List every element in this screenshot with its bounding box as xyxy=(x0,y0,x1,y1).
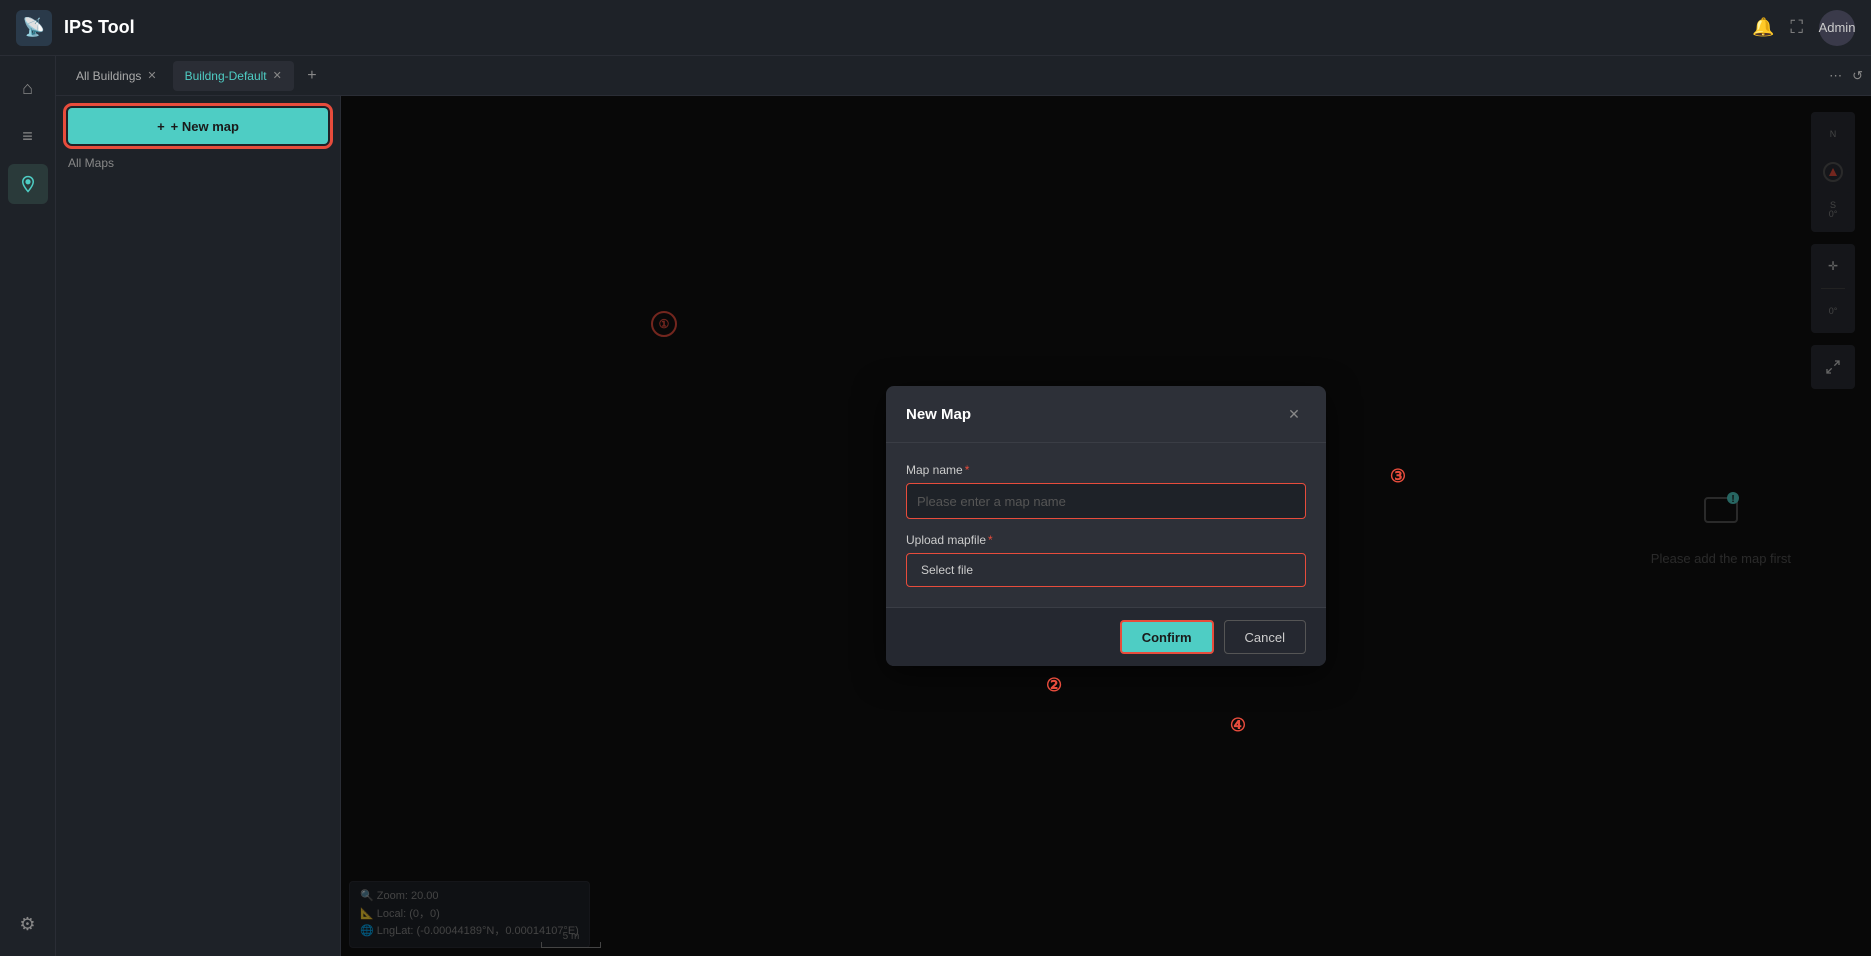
close-icon: ✕ xyxy=(1288,406,1300,423)
tab-all-buildings[interactable]: All Buildings ✕ xyxy=(64,61,169,91)
all-maps-label: All Maps xyxy=(68,152,328,174)
modal-close-button[interactable]: ✕ xyxy=(1282,402,1306,426)
tab-bar: All Buildings ✕ Buildng-Default ✕ + ⋯ ↺ xyxy=(56,56,1871,96)
new-map-button[interactable]: + + New map xyxy=(68,108,328,144)
refresh-icon[interactable]: ↺ xyxy=(1852,68,1863,84)
confirm-button[interactable]: Confirm xyxy=(1120,620,1214,654)
admin-label: Admin xyxy=(1819,20,1856,35)
upload-label: Upload mapfile* xyxy=(906,533,1306,547)
sidebar-item-settings[interactable]: ⚙ xyxy=(8,904,48,944)
annotation-2: ② xyxy=(1046,675,1062,696)
tab-building-default-close[interactable]: ✕ xyxy=(273,69,282,82)
annotation-3: ③ xyxy=(1390,466,1406,487)
logo-icon: 📡 xyxy=(23,17,45,38)
app-logo: 📡 xyxy=(16,10,52,46)
new-map-modal: New Map ✕ Map name* xyxy=(886,386,1326,666)
avatar[interactable]: Admin xyxy=(1819,10,1855,46)
main-layout: ⌂ ≡ ⚙ All Buildings ✕ Buildng-Default ✕ … xyxy=(0,56,1871,956)
upload-mapfile-group: Upload mapfile* Select file xyxy=(906,533,1306,587)
bell-icon[interactable]: 🔔 xyxy=(1752,17,1774,38)
new-map-label: + New map xyxy=(171,119,239,134)
map-area: N S 0° ✛ xyxy=(341,96,1871,956)
tab-bar-right: ⋯ ↺ xyxy=(1829,68,1863,84)
left-panel: + + New map All Maps xyxy=(56,96,341,956)
new-map-icon: + xyxy=(157,119,165,134)
modal-overlay: New Map ✕ Map name* xyxy=(341,96,1871,956)
select-file-label: Select file xyxy=(921,563,973,577)
select-file-button[interactable]: Select file xyxy=(906,553,1306,587)
sidebar: ⌂ ≡ ⚙ xyxy=(0,56,56,956)
header-right: 🔔 ⛶ Admin xyxy=(1752,10,1855,46)
more-icon[interactable]: ⋯ xyxy=(1829,68,1842,84)
tab-all-buildings-label: All Buildings xyxy=(76,69,141,83)
sidebar-item-list[interactable]: ≡ xyxy=(8,116,48,156)
app-title: IPS Tool xyxy=(64,17,1740,38)
modal-title: New Map xyxy=(906,406,971,423)
map-name-group: Map name* xyxy=(906,463,1306,519)
modal-body: Map name* Upload mapfile* Selec xyxy=(886,443,1326,607)
inner-layout: + + New map All Maps N xyxy=(56,96,1871,956)
tab-add-button[interactable]: + xyxy=(298,62,326,90)
tab-building-default[interactable]: Buildng-Default ✕ xyxy=(173,61,294,91)
map-name-label: Map name* xyxy=(906,463,1306,477)
upload-required-star: * xyxy=(988,533,993,547)
sidebar-item-map[interactable] xyxy=(8,164,48,204)
sidebar-item-home[interactable]: ⌂ xyxy=(8,68,48,108)
tab-all-buildings-close[interactable]: ✕ xyxy=(147,69,156,82)
fullscreen-icon[interactable]: ⛶ xyxy=(1790,17,1803,38)
modal-header: New Map ✕ xyxy=(886,386,1326,443)
tab-building-default-label: Buildng-Default xyxy=(185,69,267,83)
app-header: 📡 IPS Tool 🔔 ⛶ Admin xyxy=(0,0,1871,56)
cancel-button[interactable]: Cancel xyxy=(1224,620,1306,654)
required-star: * xyxy=(965,463,970,477)
map-name-input[interactable] xyxy=(906,483,1306,519)
annotation-4: ④ xyxy=(1230,715,1246,736)
modal-wrapper: New Map ✕ Map name* xyxy=(886,386,1326,666)
content-area: All Buildings ✕ Buildng-Default ✕ + ⋯ ↺ … xyxy=(56,56,1871,956)
modal-footer: Confirm Cancel xyxy=(886,607,1326,666)
